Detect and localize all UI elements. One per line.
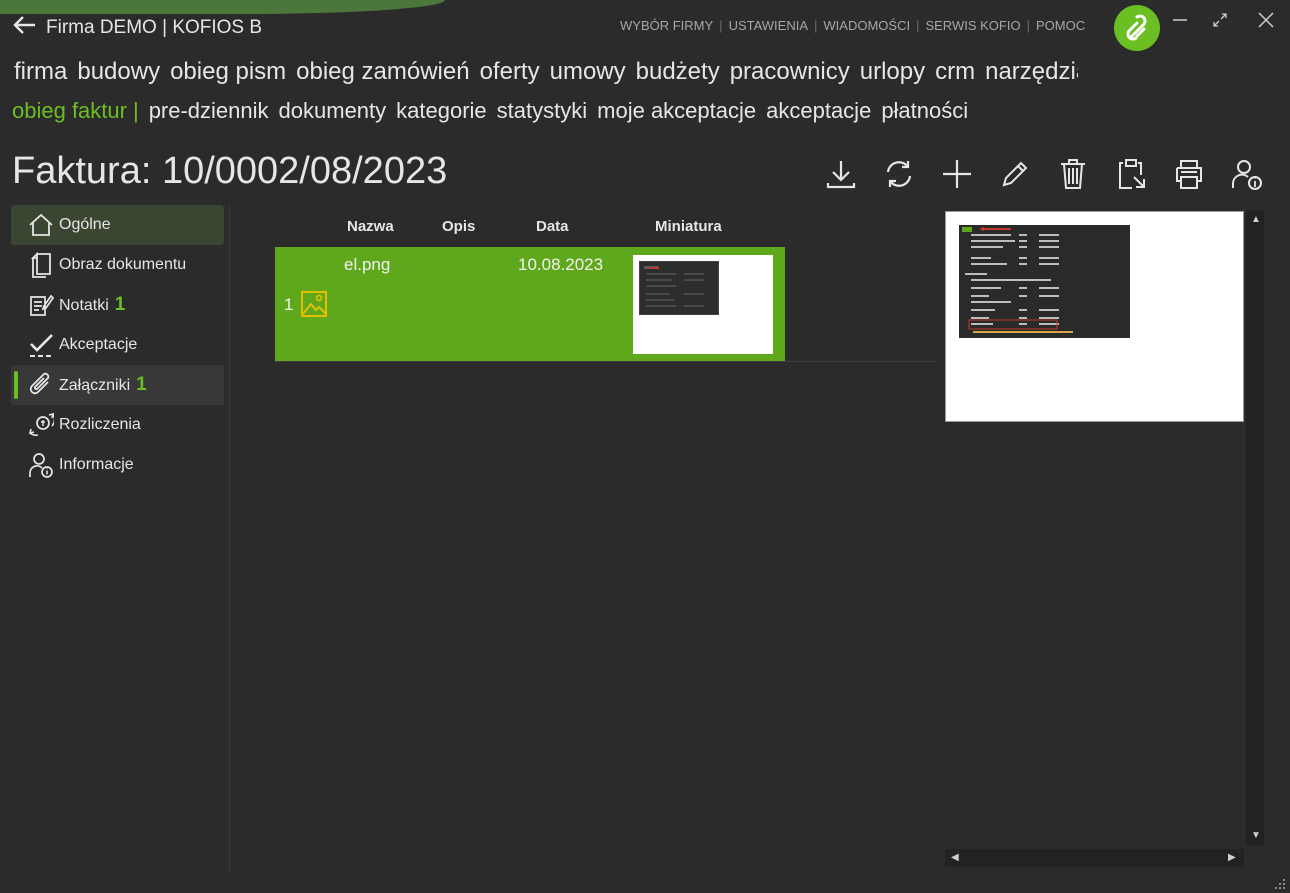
delete-icon[interactable]: [1054, 154, 1092, 194]
row-index: 1: [284, 295, 294, 314]
submodule-kategorie[interactable]: kategorie: [396, 98, 487, 124]
module-nav: firma budowy obieg pism obieg zamówień o…: [14, 58, 1078, 86]
module-budowy[interactable]: budowy: [77, 58, 160, 86]
attachment-name: el.png: [344, 255, 391, 274]
thumbnail-image: [639, 261, 719, 315]
sidebar-label-text: Rozliczenia: [59, 416, 141, 433]
paperclip-icon: [28, 372, 54, 398]
notes-icon: [28, 292, 55, 318]
document-icon: [28, 251, 54, 278]
menu-help[interactable]: POMOC: [1030, 18, 1091, 33]
menu-settings[interactable]: USTAWIENIA: [723, 18, 814, 33]
sidebar-item-rozliczenia[interactable]: Rozliczenia: [11, 405, 224, 445]
preview-image: [959, 225, 1130, 338]
column-header-miniatura[interactable]: Miniatura: [655, 218, 722, 235]
attachments-count-badge: 1: [136, 374, 147, 395]
sidebar-label-text: Informacje: [59, 456, 134, 473]
sidebar-item-label: Ogólne: [59, 216, 111, 234]
sidebar-item-ogolne[interactable]: Ogólne: [11, 205, 224, 245]
title-bar: Firma DEMO | KOFIOS B WYBÓR FIRMY | USTAW…: [0, 0, 1290, 52]
top-menu: WYBÓR FIRMY | USTAWIENIA | WIADOMOŚCI | SER…: [614, 18, 1091, 33]
minimize-icon[interactable]: [1170, 10, 1190, 30]
checkmark-icon: [28, 332, 54, 358]
submodule-nav: obieg faktur | pre-dziennik dokumenty ka…: [12, 98, 968, 124]
resize-grip-icon[interactable]: [1274, 877, 1286, 889]
sidebar-item-label: Notatki 1: [59, 294, 125, 316]
toolbar: [822, 154, 1266, 194]
scroll-up-icon[interactable]: ▲: [1251, 214, 1261, 225]
sidebar-item-label: Informacje: [59, 456, 134, 474]
print-icon[interactable]: [1170, 154, 1208, 194]
sidebar-item-label: Obraz dokumentu: [59, 256, 186, 274]
page-title: Faktura: 10/0002/08/2023: [12, 150, 448, 192]
sidebar-label-text: Ogólne: [59, 216, 111, 233]
home-icon: [28, 212, 54, 238]
settlement-icon: [28, 412, 56, 438]
sidebar-label-text: Notatki: [59, 297, 109, 314]
scroll-right-icon[interactable]: ▶: [1228, 852, 1236, 863]
sidebar-label-text: Załączniki: [59, 377, 131, 394]
row-divider: [275, 361, 938, 362]
horizontal-scrollbar[interactable]: ◀ ▶: [945, 849, 1244, 867]
column-header-opis[interactable]: Opis: [442, 218, 475, 235]
submodule-obieg-faktur[interactable]: obieg faktur: [12, 98, 127, 124]
menu-company-select[interactable]: WYBÓR FIRMY: [614, 18, 719, 33]
submodule-pre-dziennik[interactable]: pre-dziennik: [149, 98, 269, 124]
sidebar-item-label: Akceptacje: [59, 336, 137, 354]
add-icon[interactable]: [938, 154, 976, 194]
back-arrow-icon[interactable]: [12, 12, 38, 38]
sidebar-item-obraz-dokumentu[interactable]: Obraz dokumentu: [11, 245, 224, 285]
vertical-scrollbar[interactable]: ▲ ▼: [1246, 211, 1264, 845]
submodule-moje-akceptacje[interactable]: moje akceptacje: [597, 98, 756, 124]
module-umowy[interactable]: umowy: [550, 58, 626, 86]
scroll-down-icon[interactable]: ▼: [1251, 830, 1261, 841]
column-header-nazwa[interactable]: Nazwa: [347, 218, 394, 235]
sidebar-label-text: Obraz dokumentu: [59, 256, 187, 273]
submodule-dokumenty[interactable]: dokumenty: [279, 98, 387, 124]
close-icon[interactable]: [1256, 10, 1276, 30]
scroll-left-icon[interactable]: ◀: [951, 852, 959, 863]
submodule-active-marker: |: [132, 98, 139, 123]
menu-messages[interactable]: WIADOMOŚCI: [817, 18, 916, 33]
menu-service[interactable]: SERWIS KOFIO: [919, 18, 1026, 33]
download-icon[interactable]: [822, 154, 860, 194]
module-budzety[interactable]: budżety: [636, 58, 720, 86]
kofio-logo-icon[interactable]: [1114, 5, 1160, 51]
module-oferty[interactable]: oferty: [480, 58, 540, 86]
module-firma[interactable]: firma: [14, 58, 67, 86]
attachment-preview: [945, 211, 1244, 422]
sidebar-item-label: Rozliczenia: [59, 416, 141, 434]
module-urlopy[interactable]: urlopy: [860, 58, 925, 86]
image-file-icon: [300, 290, 328, 318]
module-pracownicy[interactable]: pracownicy: [730, 58, 850, 86]
column-header-data[interactable]: Data: [536, 218, 569, 235]
user-info-icon: [28, 452, 54, 478]
attachment-thumbnail[interactable]: [633, 255, 773, 354]
user-info-icon[interactable]: [1228, 154, 1266, 194]
sidebar-item-notatki[interactable]: Notatki 1: [11, 285, 224, 325]
submodule-statystyki[interactable]: statystyki: [497, 98, 587, 124]
sidebar-item-akceptacje[interactable]: Akceptacje: [11, 325, 224, 365]
clipboard-icon[interactable]: [1112, 154, 1150, 194]
refresh-icon[interactable]: [880, 154, 918, 194]
sidebar-item-zalaczniki[interactable]: Załączniki 1: [11, 365, 224, 405]
module-obieg-zamowien[interactable]: obieg zamówień: [296, 58, 469, 86]
app-title: Firma DEMO | KOFIOS B: [46, 17, 263, 38]
edit-icon[interactable]: [996, 154, 1034, 194]
sidebar: Ogólne Obraz dokumentu Notatki 1 Akceptac…: [0, 204, 230, 874]
sidebar-item-label: Załączniki 1: [59, 374, 147, 396]
maximize-icon[interactable]: [1210, 10, 1230, 30]
active-indicator: [14, 371, 18, 399]
sidebar-item-informacje[interactable]: Informacje: [11, 445, 224, 485]
module-obieg-pism[interactable]: obieg pism: [170, 58, 286, 86]
submodule-akceptacje[interactable]: akceptacje: [766, 98, 871, 124]
submodule-platnosci[interactable]: płatności: [881, 98, 968, 124]
sidebar-label-text: Akceptacje: [59, 336, 138, 353]
attachment-date: 10.08.2023: [518, 255, 604, 274]
module-crm[interactable]: crm: [935, 58, 975, 86]
notes-count-badge: 1: [114, 294, 126, 315]
module-narzedzia[interactable]: narzędzia: [985, 58, 1078, 86]
